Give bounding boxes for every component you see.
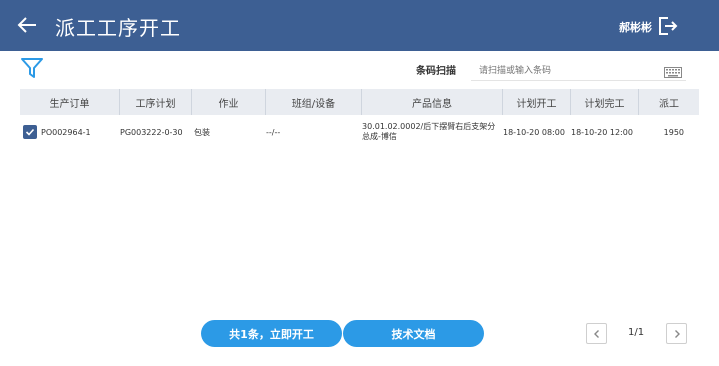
column-header[interactable]: 计划开工	[503, 89, 571, 115]
user-name: 郝彬彬	[619, 21, 652, 34]
qty-cell: 1950	[663, 127, 684, 137]
next-page-button[interactable]	[666, 323, 687, 344]
column-header[interactable]: 计划完工	[571, 89, 639, 115]
page-indicator: 1/1	[628, 327, 645, 338]
prev-page-button[interactable]	[586, 323, 607, 344]
filter-icon[interactable]	[20, 56, 44, 80]
logout-icon[interactable]	[656, 15, 678, 37]
row-checkbox[interactable]	[23, 125, 37, 139]
product-cell: 30.01.02.0002/后下摆臂右后支架分总成-博信	[362, 122, 496, 141]
app-header: 派工工序开工 郝彬彬	[0, 0, 719, 51]
table-header: 生产订单 工序计划 作业 班组/设备 产品信息 计划开工 计划完工 派工	[20, 89, 699, 115]
scan-label: 条码扫描	[416, 66, 456, 77]
team-cell: --/--	[266, 127, 281, 137]
column-header[interactable]: 产品信息	[362, 89, 503, 115]
order-cell: PO002964-1	[41, 127, 91, 137]
back-arrow-icon[interactable]	[14, 12, 40, 38]
chevron-right-icon	[674, 329, 680, 338]
start-work-button[interactable]: 共1条，立即开工	[201, 320, 342, 347]
column-header[interactable]: 派工	[639, 89, 699, 115]
start-cell: 18-10-20 08:00	[503, 127, 565, 137]
chevron-left-icon	[593, 329, 599, 338]
column-header[interactable]: 班组/设备	[266, 89, 362, 115]
column-header[interactable]: 作业	[192, 89, 266, 115]
keyboard-icon[interactable]	[664, 67, 682, 78]
barcode-input[interactable]	[471, 59, 686, 81]
tech-docs-button[interactable]: 技术文档	[343, 320, 484, 347]
end-cell: 18-10-20 12:00	[571, 127, 633, 137]
plan-cell: PG003222-0-30	[120, 127, 183, 137]
column-header[interactable]: 生产订单	[20, 89, 120, 115]
page-title: 派工工序开工	[55, 16, 181, 40]
check-icon	[25, 128, 35, 136]
job-cell: 包装	[194, 127, 210, 137]
table-row[interactable]: PO002964-1 PG003222-0-30 包装 --/-- 30.01.…	[20, 118, 699, 146]
column-header[interactable]: 工序计划	[120, 89, 192, 115]
